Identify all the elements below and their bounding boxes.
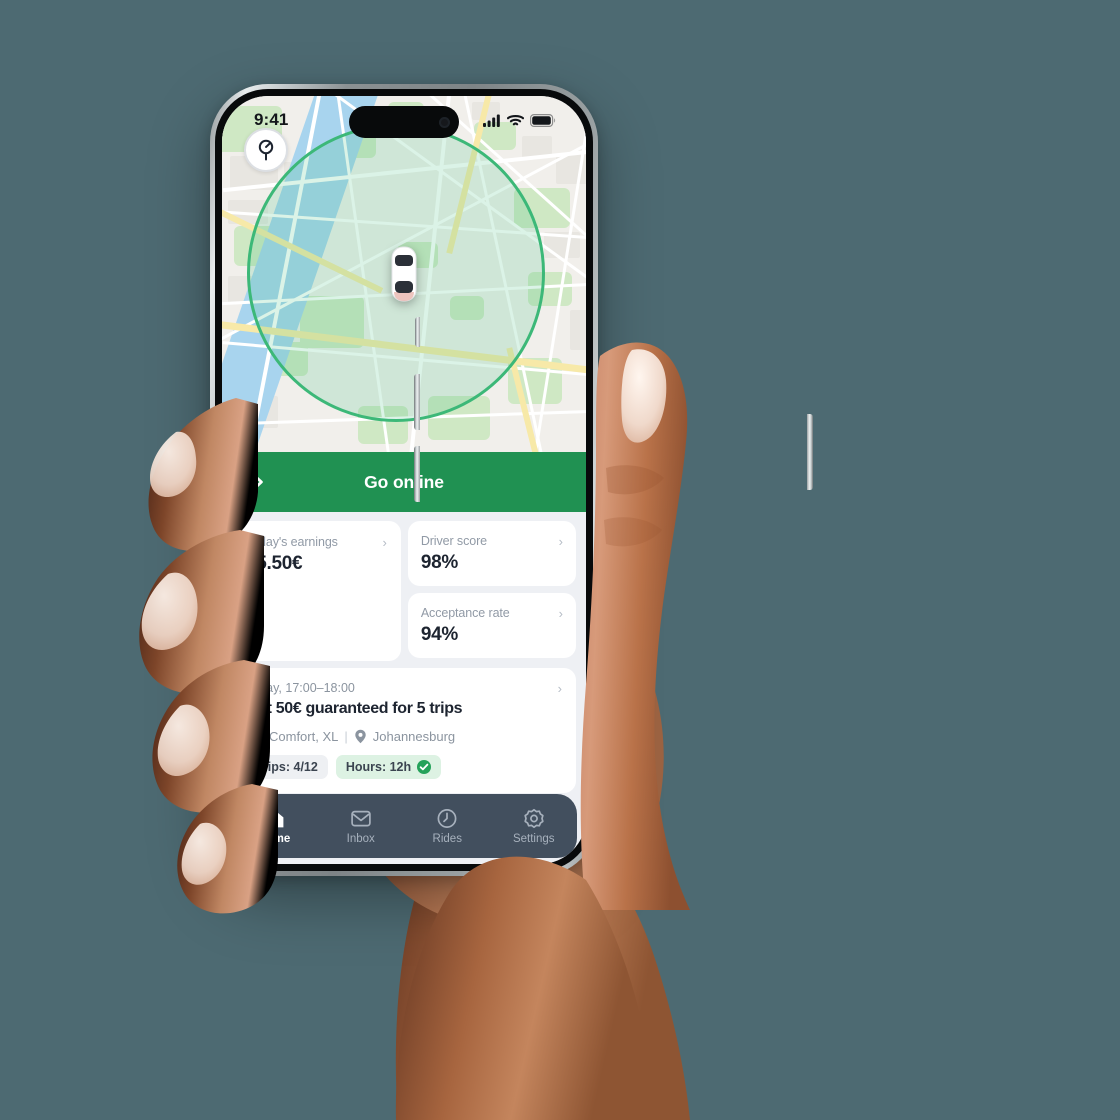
promotion-chip-hours: Hours: 12h — [335, 755, 442, 779]
chevron-right-icon: › — [557, 680, 562, 696]
wifi-icon — [507, 114, 524, 125]
tab-settings[interactable]: Settings — [491, 808, 578, 845]
chip-label: Hours: 12h — [345, 760, 412, 774]
check-circle-icon — [417, 760, 432, 774]
todays-earnings-value: 25.50€ — [246, 553, 303, 574]
promotion-card[interactable]: Today, 17:00–18:00 › Get 50€ guaranteed … — [232, 668, 576, 793]
car-top-view-icon — [391, 246, 417, 302]
chevron-right-icon: › — [558, 533, 563, 549]
inbox-icon — [350, 810, 371, 826]
map-pin-icon — [355, 729, 366, 744]
promotion-location: Johannesburg — [372, 729, 456, 744]
volume-down-button[interactable] — [414, 446, 420, 502]
card-header: Driver score › — [421, 534, 563, 548]
promotion-time: Today, 17:00–18:00 — [246, 681, 355, 695]
driver-score-title: Driver score — [420, 534, 487, 548]
acceptance-rate-value: 94% — [420, 624, 458, 645]
tab-home-label: Home — [258, 832, 291, 845]
bottom-tab-bar: Home Inbox Rides Settings — [231, 794, 577, 858]
scene: 9:41 Go online Today's earnings › 25.50€… — [0, 0, 1120, 1120]
tab-rides[interactable]: Rides — [404, 808, 491, 845]
cellular-signal-icon — [483, 114, 500, 127]
promotion-meta: Comfort, XL | Johannesburg — [246, 729, 562, 744]
dynamic-island — [349, 106, 459, 138]
acceptance-rate-card[interactable]: Acceptance rate › 94% — [407, 593, 576, 658]
power-button[interactable] — [807, 414, 813, 490]
gear-icon — [524, 808, 544, 828]
tab-inbox-label: Inbox — [346, 832, 375, 845]
status-bar-clock: 9:41 — [254, 110, 289, 129]
driver-score-value: 98% — [420, 552, 458, 573]
tab-rides-label: Rides — [432, 832, 462, 845]
status-bar-icons — [483, 113, 556, 127]
todays-earnings-card[interactable]: Today's earnings › 25.50€ — [232, 521, 401, 661]
map-view[interactable]: 9:41 — [222, 96, 586, 452]
volume-up-button[interactable] — [414, 374, 420, 430]
promotion-chips: Trips: 4/12 Hours: 12h — [246, 755, 562, 779]
clock-icon — [437, 808, 457, 828]
promotion-chip-trips: Trips: 4/12 — [246, 755, 328, 779]
promotion-title: Get 50€ guaranteed for 5 trips — [246, 700, 463, 717]
tab-home[interactable]: Home — [231, 808, 318, 845]
todays-earnings-title: Today's earnings — [246, 535, 338, 549]
phone-device: 9:41 Go online Today's earnings › 25.50€… — [210, 84, 813, 876]
home-icon — [264, 809, 284, 827]
driver-score-card[interactable]: Driver score › 98% — [407, 521, 576, 586]
promotion-header: Today, 17:00–18:00 › — [246, 681, 562, 695]
silent-switch[interactable] — [415, 317, 420, 347]
chevron-right-icon: › — [558, 605, 563, 621]
chip-label: Trips: 4/12 — [256, 760, 318, 774]
chevron-right-icon: › — [382, 534, 387, 550]
front-camera-icon — [439, 116, 450, 128]
battery-icon — [530, 113, 556, 127]
tab-inbox[interactable]: Inbox — [318, 808, 405, 845]
dashboard-content: Today's earnings › 25.50€ Driver score › — [222, 512, 586, 793]
promotion-separator: | — [344, 729, 348, 744]
go-online-label: Go online — [364, 471, 444, 492]
acceptance-rate-title: Acceptance rate — [420, 606, 510, 620]
stats-right-column: Driver score › 98% Acceptance rate › 94% — [407, 521, 576, 658]
tab-settings-label: Settings — [512, 832, 555, 845]
card-header: Today's earnings › — [246, 535, 387, 549]
phone-screen: 9:41 Go online Today's earnings › 25.50€… — [222, 96, 586, 864]
go-online-button[interactable]: Go online — [222, 452, 586, 512]
stats-row: Today's earnings › 25.50€ Driver score › — [232, 521, 576, 661]
phone-bezel: 9:41 Go online Today's earnings › 25.50€… — [215, 89, 593, 871]
car-icon — [247, 731, 262, 743]
promotion-vehicle-types: Comfort, XL — [269, 729, 339, 744]
card-header: Acceptance rate › — [421, 606, 563, 620]
